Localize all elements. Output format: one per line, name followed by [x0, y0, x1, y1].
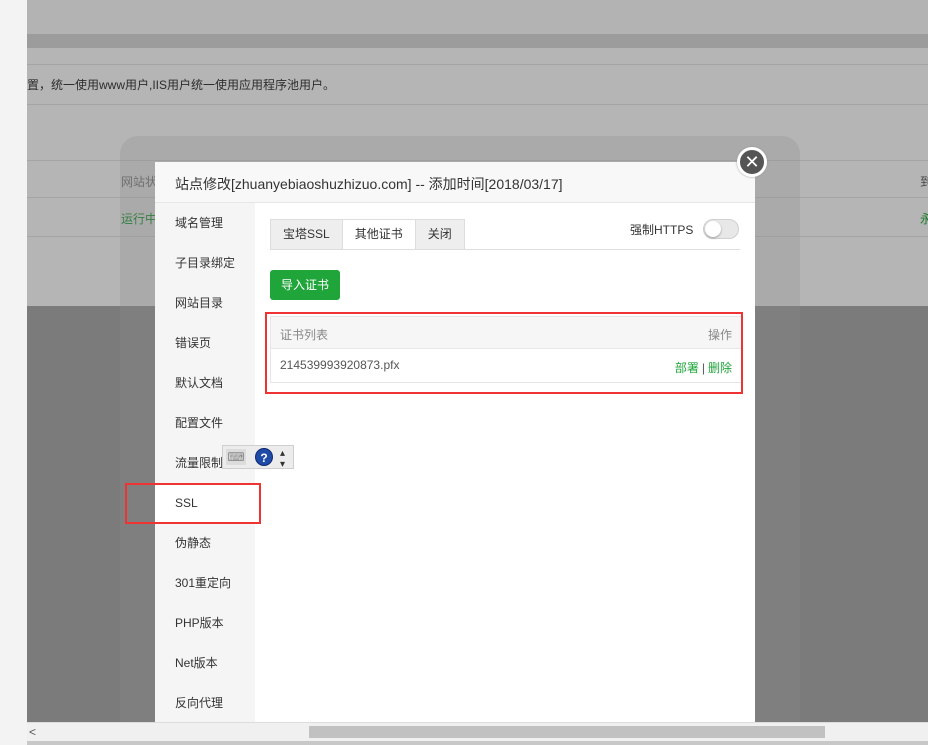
- dialog-title: 站点修改[zhuanyebiaoshuzhizuo.com] -- 添加时间[2…: [175, 176, 563, 192]
- scroll-left-icon[interactable]: <: [29, 725, 36, 739]
- sidebar-item-redirect-301[interactable]: 301重定向: [155, 563, 255, 603]
- sidebar-item-default-doc[interactable]: 默认文档: [155, 363, 255, 403]
- ssl-panel: 宝塔SSL 其他证书 关闭 强制HTTPS 导入证书 证书列表 操作 21453…: [255, 203, 755, 722]
- tab-underline: [270, 249, 740, 250]
- sidebar-item-net-version[interactable]: Net版本: [155, 643, 255, 683]
- force-https-label: 强制HTTPS: [630, 223, 694, 237]
- dialog-header: 站点修改[zhuanyebiaoshuzhizuo.com] -- 添加时间[2…: [155, 162, 755, 203]
- horizontal-scrollbar[interactable]: <: [27, 722, 928, 741]
- background-header: [27, 0, 928, 34]
- background-value-right: 永: [920, 212, 928, 226]
- force-https-toggle[interactable]: [703, 219, 739, 239]
- floating-toolbar: ⌨ ? ▴ ▾: [222, 445, 294, 470]
- import-cert-button[interactable]: 导入证书: [270, 270, 340, 300]
- scrollbar-thumb[interactable]: [309, 726, 825, 738]
- sidebar-item-error-page[interactable]: 错误页: [155, 323, 255, 363]
- background-rule: [27, 104, 928, 105]
- background-divider-bar: [27, 34, 928, 48]
- page-left-gutter: [0, 0, 27, 745]
- site-edit-dialog: 站点修改[zhuanyebiaoshuzhizuo.com] -- 添加时间[2…: [155, 162, 755, 722]
- ssl-tabs: 宝塔SSL 其他证书 关闭: [270, 219, 465, 249]
- sidebar-item-php-version[interactable]: PHP版本: [155, 603, 255, 643]
- sidebar-item-site-directory[interactable]: 网站目录: [155, 283, 255, 323]
- background-table-header-right: 到: [920, 175, 928, 189]
- help-icon[interactable]: ?: [255, 448, 273, 466]
- background-rule: [27, 64, 928, 65]
- highlight-cert-table: [265, 312, 743, 394]
- toggle-knob: [705, 221, 721, 237]
- highlight-ssl-item: [125, 483, 261, 524]
- sidebar-item-rewrite[interactable]: 伪静态: [155, 523, 255, 563]
- chevron-updown-icon[interactable]: ▴ ▾: [280, 448, 285, 470]
- keyboard-icon[interactable]: ⌨: [226, 449, 246, 465]
- sidebar-item-reverse-proxy[interactable]: 反向代理: [155, 683, 255, 723]
- sidebar-item-domain[interactable]: 域名管理: [155, 203, 255, 243]
- tab-close-ssl[interactable]: 关闭: [414, 219, 465, 249]
- close-icon[interactable]: ✕: [737, 147, 767, 177]
- tab-bt-ssl[interactable]: 宝塔SSL: [270, 219, 343, 249]
- background-note: 置，统一使用www用户,IIS用户统一使用应用程序池用户。: [27, 78, 336, 92]
- sidebar-item-subdir-binding[interactable]: 子目录绑定: [155, 243, 255, 283]
- sidebar-item-config-file[interactable]: 配置文件: [155, 403, 255, 443]
- tab-other-cert[interactable]: 其他证书: [341, 219, 416, 249]
